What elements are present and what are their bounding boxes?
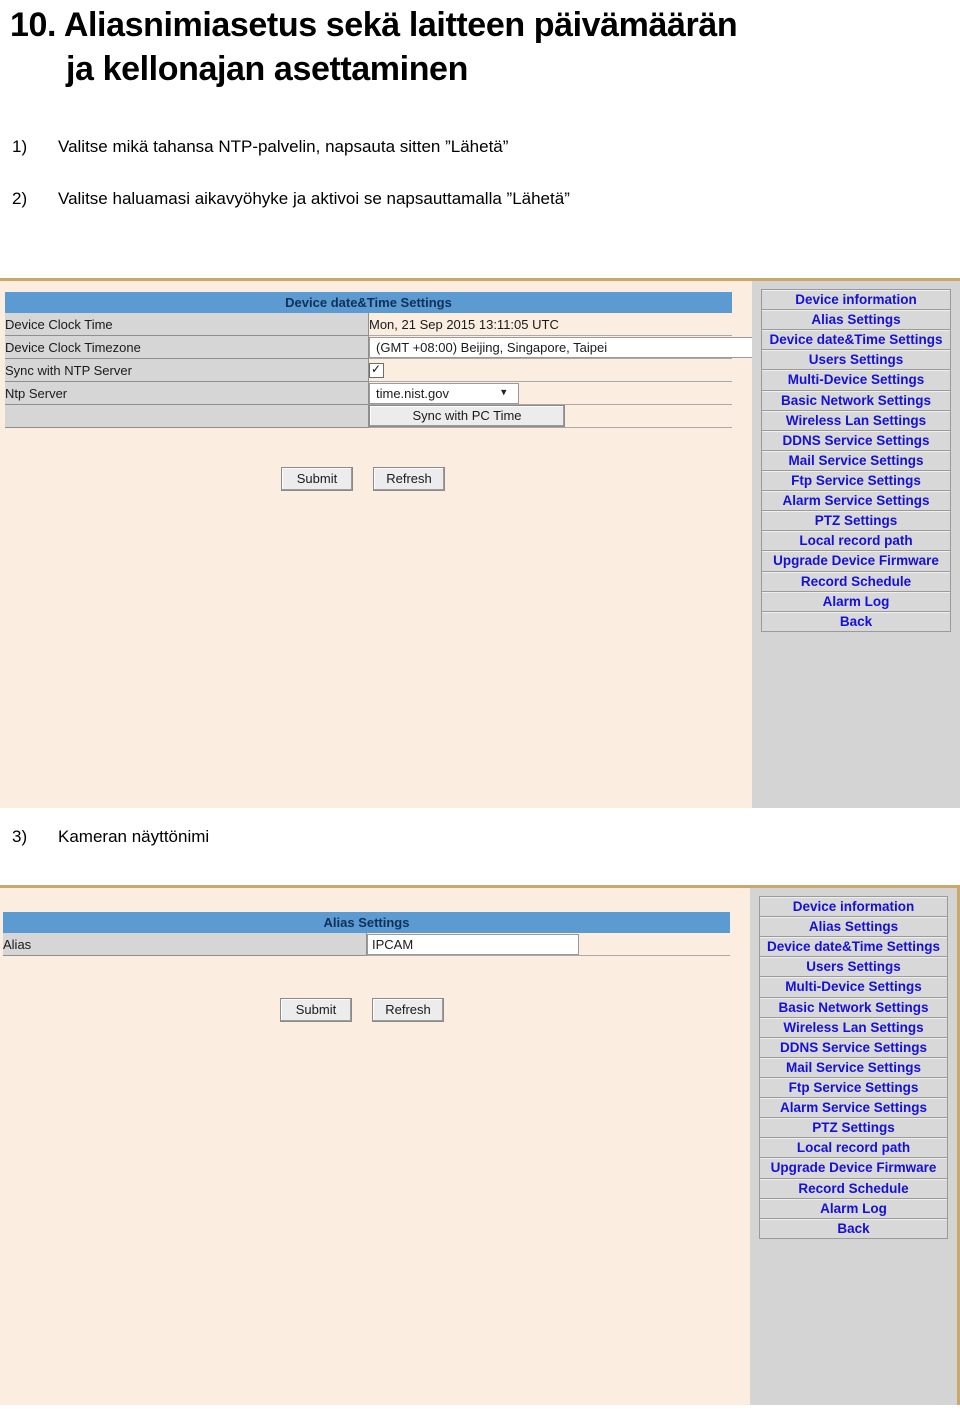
device-nav-list: Device information Alias Settings Device… xyxy=(761,289,951,632)
table-row-alias: Alias IPCAM xyxy=(3,933,730,956)
table-row-device-clock-timezone: Device Clock Timezone (GMT +08:00) Beiji… xyxy=(5,335,777,359)
panel-title: Alias Settings xyxy=(3,912,730,933)
sidebar-item-alarm-service-settings[interactable]: Alarm Service Settings xyxy=(762,491,950,512)
refresh-button[interactable]: Refresh xyxy=(373,467,445,491)
sidebar-item-multi-device-settings[interactable]: Multi-Device Settings xyxy=(760,977,947,998)
sidebar-item-users-settings[interactable]: Users Settings xyxy=(762,350,950,371)
chevron-down-icon: ▾ xyxy=(501,386,507,399)
device-nav-list: Device information Alias Settings Device… xyxy=(759,896,948,1239)
row-label-device-clock-time: Device Clock Time xyxy=(5,313,369,336)
row-value-sync-pc-time: Sync with PC Time xyxy=(368,404,732,428)
sidebar-item-ftp-service-settings[interactable]: Ftp Service Settings xyxy=(760,1077,947,1099)
panel-title: Device date&Time Settings xyxy=(5,292,732,313)
sidebar-item-local-record-path[interactable]: Local record path xyxy=(760,1138,947,1159)
sidebar-item-alarm-log[interactable]: Alarm Log xyxy=(760,1198,947,1219)
sidebar-item-alias-settings[interactable]: Alias Settings xyxy=(762,310,950,331)
alias-settings-content: Alias Settings Alias IPCAM Submit Refres… xyxy=(0,888,750,1405)
table-row-ntp-server: Ntp Server time.nist.gov ▾ xyxy=(5,381,732,405)
sidebar-item-device-datetime-settings[interactable]: Device date&Time Settings xyxy=(762,330,950,351)
row-value-ntp-server: time.nist.gov ▾ xyxy=(368,381,732,405)
sidebar-item-device-information[interactable]: Device information xyxy=(760,897,947,918)
sidebar-item-ftp-service-settings[interactable]: Ftp Service Settings xyxy=(762,470,950,492)
sidebar-item-ptz-settings[interactable]: PTZ Settings xyxy=(762,511,950,532)
alias-settings-form: Alias Settings Alias IPCAM xyxy=(3,912,730,956)
sync-with-pc-time-button[interactable]: Sync with PC Time xyxy=(369,405,565,427)
sidebar-item-device-datetime-settings[interactable]: Device date&Time Settings xyxy=(760,937,947,958)
submit-button[interactable]: Submit xyxy=(281,467,353,491)
panel-title-row: Alias Settings xyxy=(3,912,730,933)
step-text: Valitse haluamasi aikavyöhyke ja aktivoi… xyxy=(58,189,570,209)
datetime-settings-form: Device date&Time Settings Device Clock T… xyxy=(5,292,777,428)
sidebar-item-multi-device-settings[interactable]: Multi-Device Settings xyxy=(762,370,950,391)
row-value-device-clock-time: Mon, 21 Sep 2015 13:11:05 UTC xyxy=(368,313,732,336)
table-row-device-clock-time: Device Clock Time Mon, 21 Sep 2015 13:11… xyxy=(5,313,732,336)
row-label-empty xyxy=(5,404,369,428)
datetime-settings-screenshot: Device date&Time Settings Device Clock T… xyxy=(0,278,960,808)
step-number: 3) xyxy=(12,827,28,846)
row-label-device-clock-timezone: Device Clock Timezone xyxy=(5,335,369,359)
instruction-steps: 1) Valitse mikä tahansa NTP-palvelin, na… xyxy=(12,136,942,240)
row-label-alias: Alias xyxy=(3,933,367,956)
page-title-line-2: ja kellonajan asettaminen xyxy=(66,50,468,89)
row-label-sync-ntp: Sync with NTP Server xyxy=(5,358,369,382)
device-nav-panel: Device information Alias Settings Device… xyxy=(752,281,960,808)
sidebar-item-alarm-log[interactable]: Alarm Log xyxy=(762,591,950,612)
sidebar-item-users-settings[interactable]: Users Settings xyxy=(760,957,947,978)
sidebar-item-basic-network-settings[interactable]: Basic Network Settings xyxy=(762,390,950,411)
step-number: 1) xyxy=(12,137,28,156)
sidebar-item-ddns-service-settings[interactable]: DDNS Service Settings xyxy=(760,1037,947,1058)
instruction-step-3: 3) Kameran näyttönimi xyxy=(12,826,912,848)
row-value-sync-ntp xyxy=(368,358,732,382)
alias-action-buttons: Submit Refresh xyxy=(280,998,444,1022)
timezone-select[interactable]: (GMT +08:00) Beijing, Singapore, Taipei … xyxy=(369,336,777,358)
sidebar-item-mail-service-settings[interactable]: Mail Service Settings xyxy=(760,1057,947,1078)
step-number: 2) xyxy=(12,189,28,209)
panel-title-row: Device date&Time Settings xyxy=(5,292,732,313)
sidebar-item-record-schedule[interactable]: Record Schedule xyxy=(762,571,950,592)
submit-button[interactable]: Submit xyxy=(280,998,352,1022)
sync-ntp-checkbox[interactable] xyxy=(369,362,384,379)
sidebar-item-back[interactable]: Back xyxy=(760,1218,947,1238)
sidebar-item-alias-settings[interactable]: Alias Settings xyxy=(760,917,947,938)
refresh-button[interactable]: Refresh xyxy=(372,998,444,1022)
step-text: Valitse mikä tahansa NTP-palvelin, napsa… xyxy=(58,137,509,156)
row-value-device-clock-timezone: (GMT +08:00) Beijing, Singapore, Taipei … xyxy=(368,335,777,359)
timezone-select-value: (GMT +08:00) Beijing, Singapore, Taipei xyxy=(376,339,608,355)
row-label-ntp-server: Ntp Server xyxy=(5,381,369,405)
page-title: 10. Aliasnimiasetus sekä laitteen päiväm… xyxy=(0,0,960,90)
instruction-step-2: 2) Valitse haluamasi aikavyöhyke ja akti… xyxy=(12,188,942,210)
sidebar-item-upgrade-device-firmware[interactable]: Upgrade Device Firmware xyxy=(762,551,950,572)
sidebar-item-back[interactable]: Back xyxy=(762,611,950,631)
sidebar-item-ddns-service-settings[interactable]: DDNS Service Settings xyxy=(762,430,950,451)
device-nav-panel: Device information Alias Settings Device… xyxy=(750,888,960,1405)
step-text: Kameran näyttönimi xyxy=(58,827,210,846)
ntp-server-select[interactable]: time.nist.gov ▾ xyxy=(369,382,519,404)
page-title-line-1: 10. Aliasnimiasetus sekä laitteen päiväm… xyxy=(10,6,738,44)
sidebar-item-ptz-settings[interactable]: PTZ Settings xyxy=(760,1118,947,1139)
sidebar-item-wireless-lan-settings[interactable]: Wireless Lan Settings xyxy=(762,410,950,431)
table-row-sync-ntp: Sync with NTP Server xyxy=(5,358,732,382)
table-row-sync-pc-time: Sync with PC Time xyxy=(5,404,732,428)
sidebar-item-mail-service-settings[interactable]: Mail Service Settings xyxy=(762,450,950,471)
sidebar-item-alarm-service-settings[interactable]: Alarm Service Settings xyxy=(760,1098,947,1119)
sidebar-item-local-record-path[interactable]: Local record path xyxy=(762,531,950,552)
alias-settings-screenshot: Alias Settings Alias IPCAM Submit Refres… xyxy=(0,885,960,1405)
instruction-step-1: 1) Valitse mikä tahansa NTP-palvelin, na… xyxy=(12,136,942,158)
datetime-settings-content: Device date&Time Settings Device Clock T… xyxy=(0,281,777,808)
datetime-action-buttons: Submit Refresh xyxy=(281,467,445,491)
ntp-server-select-value: time.nist.gov xyxy=(376,385,449,401)
sidebar-item-wireless-lan-settings[interactable]: Wireless Lan Settings xyxy=(760,1017,947,1038)
sidebar-item-basic-network-settings[interactable]: Basic Network Settings xyxy=(760,997,947,1018)
alias-input[interactable]: IPCAM xyxy=(367,933,579,955)
sidebar-item-device-information[interactable]: Device information xyxy=(762,290,950,311)
sidebar-item-record-schedule[interactable]: Record Schedule xyxy=(760,1178,947,1199)
sidebar-item-upgrade-device-firmware[interactable]: Upgrade Device Firmware xyxy=(760,1158,947,1179)
row-value-alias: IPCAM xyxy=(366,933,730,956)
